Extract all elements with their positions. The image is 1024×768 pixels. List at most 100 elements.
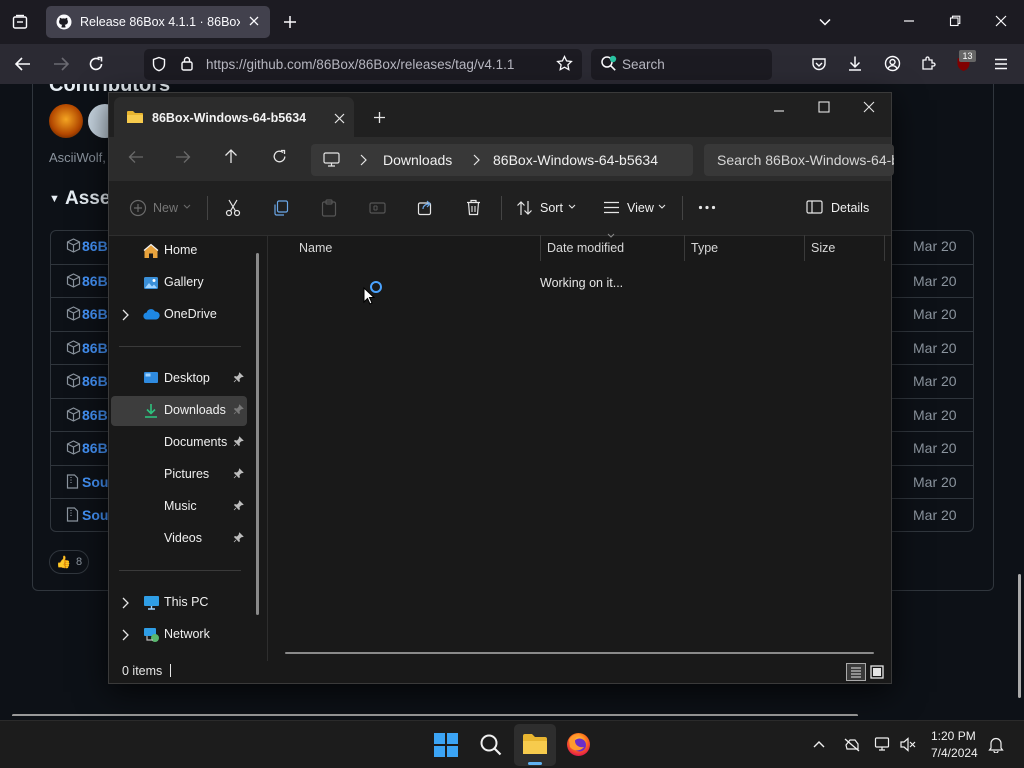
close-explorer-tab-icon[interactable] (334, 113, 345, 124)
reaction-button[interactable]: 👍 8 (49, 550, 89, 574)
details-view-toggle[interactable] (846, 663, 866, 681)
explorer-tab[interactable]: 86Box-Windows-64-b5634 (114, 97, 354, 137)
tracking-protection-icon[interactable] (151, 56, 167, 72)
account-icon[interactable] (884, 55, 901, 72)
reload-icon[interactable] (88, 56, 104, 72)
nav-home[interactable]: Home (111, 236, 247, 266)
lock-icon[interactable] (180, 55, 194, 71)
explorer-maximize-icon[interactable] (818, 101, 830, 113)
delete-icon[interactable] (466, 199, 481, 216)
start-windows-icon[interactable] (434, 733, 458, 757)
firefox-icon[interactable] (566, 732, 591, 757)
nav-gallery[interactable]: Gallery (111, 268, 247, 298)
new-icon[interactable] (129, 199, 147, 217)
pin-icon[interactable] (233, 436, 244, 447)
tiles-view-toggle[interactable] (868, 663, 886, 681)
explorer-minimize-icon[interactable] (773, 105, 785, 117)
horizontal-scrollbar[interactable] (12, 714, 858, 716)
breadcrumb-chevron-icon[interactable] (472, 154, 480, 166)
pin-icon[interactable] (233, 532, 244, 543)
nav-pane-scrollbar[interactable] (256, 253, 259, 615)
taskbar-clock-time[interactable]: 1:20 PM (931, 729, 976, 743)
breadcrumb-current-folder[interactable]: 86Box-Windows-64-b5634 (493, 152, 658, 168)
new-dropdown-icon[interactable] (183, 204, 191, 210)
nav-this-pc[interactable]: This PC (111, 588, 247, 618)
copy-icon[interactable] (273, 200, 289, 216)
pin-icon[interactable] (233, 468, 244, 479)
asset-name-link[interactable]: Sou (82, 474, 108, 490)
asset-name-link[interactable]: Sou (82, 507, 108, 523)
list-all-tabs-icon[interactable] (818, 15, 832, 29)
explorer-forward-icon[interactable] (175, 150, 191, 164)
show-hidden-icons-chevron-icon[interactable] (813, 740, 825, 748)
pane-divider[interactable] (267, 236, 268, 661)
search-engine-icon[interactable] (600, 55, 618, 73)
column-separator[interactable] (684, 235, 685, 261)
back-icon[interactable] (14, 56, 32, 72)
details-pane-icon[interactable] (806, 200, 823, 214)
new-tab-icon[interactable] (282, 14, 298, 30)
column-header-name[interactable]: Name (299, 241, 332, 255)
column-header-type[interactable]: Type (691, 241, 718, 255)
nav-documents[interactable]: Documents (111, 428, 247, 458)
details-button[interactable]: Details (831, 201, 869, 215)
nav-downloads[interactable]: Downloads (111, 396, 247, 426)
breadcrumb[interactable]: Downloads 86Box-Windows-64-b5634 (311, 144, 693, 176)
no-internet-icon[interactable] (843, 736, 861, 752)
breadcrumb-chevron-icon[interactable] (359, 154, 367, 166)
sort-dropdown-icon[interactable] (568, 204, 576, 210)
app-menu-icon[interactable] (993, 56, 1009, 72)
nav-videos[interactable]: Videos (111, 524, 247, 554)
taskbar-clock-date[interactable]: 7/4/2024 (931, 746, 978, 760)
view-button[interactable]: View (627, 201, 654, 215)
contributor-avatar[interactable] (49, 104, 83, 138)
more-options-icon[interactable] (698, 205, 716, 210)
explorer-search-input[interactable]: Search 86Box-Windows-64-b5634 (704, 144, 894, 176)
nav-music[interactable]: Music (111, 492, 247, 522)
column-separator[interactable] (804, 235, 805, 261)
sort-icon[interactable] (516, 200, 533, 216)
explorer-back-icon[interactable] (128, 150, 144, 164)
volume-muted-icon[interactable] (900, 737, 916, 752)
pin-icon[interactable] (233, 404, 244, 415)
content-horizontal-scrollbar[interactable] (285, 652, 874, 654)
paste-icon[interactable] (321, 199, 337, 217)
expand-chevron-icon[interactable] (121, 597, 129, 609)
computer-icon[interactable] (323, 152, 340, 167)
taskbar-search-icon[interactable] (479, 733, 503, 757)
nav-desktop[interactable]: Desktop (111, 364, 247, 394)
expand-chevron-icon[interactable] (121, 309, 129, 321)
downloads-icon[interactable] (847, 55, 863, 72)
column-header-date-modified[interactable]: Date modified (547, 241, 624, 255)
column-header-size[interactable]: Size (811, 241, 835, 255)
close-tab-icon[interactable] (248, 15, 260, 27)
assets-toggle-icon[interactable]: ▼ (49, 193, 60, 205)
view-dropdown-icon[interactable] (658, 204, 666, 210)
nav-onedrive[interactable]: OneDrive (111, 300, 247, 330)
rename-icon[interactable] (369, 200, 386, 216)
pin-icon[interactable] (233, 500, 244, 511)
notification-bell-icon[interactable] (988, 736, 1004, 753)
new-explorer-tab-icon[interactable] (373, 111, 386, 124)
forward-icon[interactable] (52, 56, 70, 72)
column-separator[interactable] (884, 235, 885, 261)
browser-tab[interactable]: Release 86Box 4.1.1 · 86Box/86Box (46, 6, 270, 38)
view-icon[interactable] (603, 201, 620, 214)
expand-chevron-icon[interactable] (121, 629, 129, 641)
explorer-close-icon[interactable] (863, 101, 875, 113)
bookmark-star-icon[interactable] (556, 55, 573, 72)
nav-pictures[interactable]: Pictures (111, 460, 247, 490)
taskbar-file-explorer-button[interactable] (514, 724, 556, 766)
explorer-refresh-icon[interactable] (272, 149, 287, 164)
sort-button[interactable]: Sort (540, 201, 563, 215)
cut-icon[interactable] (225, 199, 241, 217)
new-button[interactable]: New (153, 201, 178, 215)
explorer-up-icon[interactable] (224, 148, 238, 164)
close-window-icon[interactable] (995, 15, 1007, 27)
breadcrumb-downloads[interactable]: Downloads (383, 152, 452, 168)
column-separator[interactable] (540, 235, 541, 261)
url-text[interactable]: https://github.com/86Box/86Box/releases/… (206, 57, 514, 72)
tab-list-icon[interactable] (12, 14, 28, 30)
network-status-icon[interactable] (874, 736, 892, 752)
web-search-box[interactable] (591, 49, 772, 80)
